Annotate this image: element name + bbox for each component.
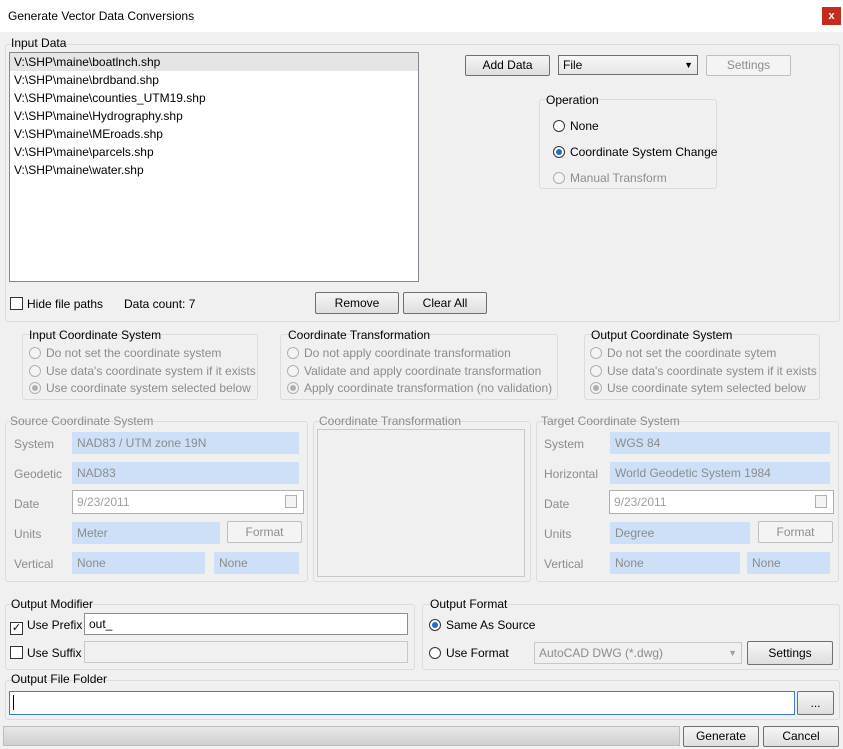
output-folder-input[interactable] bbox=[9, 691, 795, 715]
operation-manual-transform-radio[interactable]: Manual Transform bbox=[553, 171, 667, 185]
list-item[interactable]: V:\SHP\maine\counties_UTM19.shp bbox=[10, 89, 418, 107]
target-vertical-label: Vertical bbox=[544, 557, 584, 571]
calendar-icon[interactable] bbox=[285, 495, 297, 508]
transform-panel-label: Coordinate Transformation bbox=[319, 414, 462, 428]
source-vertical-secondary-field[interactable]: None bbox=[214, 552, 299, 574]
output-cs-label: Output Coordinate System bbox=[591, 328, 733, 342]
browse-button[interactable]: ... bbox=[797, 691, 834, 715]
coord-trans-label: Coordinate Transformation bbox=[288, 328, 431, 342]
source-system-field[interactable]: NAD83 / UTM zone 19N bbox=[72, 432, 299, 454]
input-data-label: Input Data bbox=[11, 36, 67, 50]
source-date-value: 9/23/2011 bbox=[77, 495, 130, 509]
output-modifier-label: Output Modifier bbox=[11, 597, 94, 611]
source-geodetic-label: Geodetic bbox=[14, 467, 63, 481]
data-count: Data count: 7 bbox=[124, 297, 196, 311]
source-date-label: Date bbox=[14, 497, 40, 511]
hide-file-paths-checkbox[interactable] bbox=[10, 297, 23, 310]
source-units-field[interactable]: Meter bbox=[72, 522, 220, 544]
source-format-button[interactable]: Format bbox=[227, 521, 302, 543]
list-item[interactable]: V:\SHP\maine\Hydrography.shp bbox=[10, 107, 418, 125]
target-horizontal-label: Horizontal bbox=[544, 467, 599, 481]
input-cs-option-1[interactable]: Do not set the coordinate system bbox=[29, 346, 221, 360]
generate-button[interactable]: Generate bbox=[683, 726, 759, 747]
prefix-input[interactable]: out_ bbox=[84, 613, 408, 635]
source-geodetic-field[interactable]: NAD83 bbox=[72, 462, 299, 484]
file-list[interactable]: V:\SHP\maine\boatlnch.shp V:\SHP\maine\b… bbox=[9, 52, 419, 282]
use-format-radio[interactable]: Use Format bbox=[429, 646, 509, 660]
target-format-button[interactable]: Format bbox=[758, 521, 833, 543]
format-select[interactable]: AutoCAD DWG (*.dwg) ▼ bbox=[534, 642, 742, 664]
source-cs-label: Source Coordinate System bbox=[10, 414, 154, 428]
use-prefix-label: Use Prefix bbox=[27, 618, 83, 632]
input-settings-button[interactable]: Settings bbox=[706, 55, 791, 76]
coord-trans-option-1[interactable]: Do not apply coordinate transformation bbox=[287, 346, 511, 360]
format-settings-button[interactable]: Settings bbox=[747, 641, 833, 665]
clear-all-button[interactable]: Clear All bbox=[403, 292, 487, 314]
output-format-label: Output Format bbox=[430, 597, 508, 611]
use-prefix-toggle[interactable]: ✓ Use Prefix bbox=[10, 618, 82, 635]
output-cs-option-1[interactable]: Do not set the coordinate sytem bbox=[590, 346, 776, 360]
list-item[interactable]: V:\SHP\maine\boatlnch.shp bbox=[10, 53, 418, 71]
coord-trans-option-3[interactable]: Apply coordinate transformation (no vali… bbox=[287, 381, 552, 395]
target-vertical-secondary-field[interactable]: None bbox=[747, 552, 830, 574]
input-cs-option-3[interactable]: Use coordinate system selected below bbox=[29, 381, 251, 395]
target-cs-label: Target Coordinate System bbox=[541, 414, 680, 428]
output-cs-option-3[interactable]: Use coordinate sytem selected below bbox=[590, 381, 806, 395]
list-item[interactable]: V:\SHP\maine\parcels.shp bbox=[10, 143, 418, 161]
input-cs-label: Input Coordinate System bbox=[29, 328, 162, 342]
output-cs-option-2[interactable]: Use data's coordinate system if it exist… bbox=[590, 364, 817, 378]
hide-file-paths-label: Hide file paths bbox=[27, 297, 104, 311]
format-select-value: AutoCAD DWG (*.dwg) bbox=[539, 646, 664, 660]
progress-bar bbox=[3, 726, 680, 746]
target-system-label: System bbox=[544, 437, 585, 451]
coord-trans-option-2[interactable]: Validate and apply coordinate transforma… bbox=[287, 364, 541, 378]
output-folder-label: Output File Folder bbox=[11, 672, 108, 686]
source-system-label: System bbox=[14, 437, 55, 451]
source-type-value: File bbox=[563, 58, 583, 72]
chevron-down-icon: ▼ bbox=[728, 648, 737, 658]
list-item[interactable]: V:\SHP\maine\water.shp bbox=[10, 161, 418, 179]
source-vertical-field[interactable]: None bbox=[72, 552, 205, 574]
target-date-label: Date bbox=[544, 497, 570, 511]
use-suffix-toggle[interactable]: Use Suffix bbox=[10, 646, 81, 660]
list-item[interactable]: V:\SHP\maine\MEroads.shp bbox=[10, 125, 418, 143]
operation-none-radio[interactable]: None bbox=[553, 119, 599, 133]
close-button[interactable]: x bbox=[822, 7, 841, 25]
target-units-field[interactable]: Degree bbox=[610, 522, 750, 544]
source-vertical-label: Vertical bbox=[14, 557, 54, 571]
text-cursor bbox=[13, 695, 14, 710]
input-cs-option-2[interactable]: Use data's coordinate system if it exist… bbox=[29, 364, 256, 378]
chevron-down-icon: ▼ bbox=[684, 60, 693, 70]
hide-file-paths-toggle[interactable]: Hide file paths bbox=[10, 297, 103, 311]
calendar-icon[interactable] bbox=[815, 495, 827, 508]
use-suffix-label: Use Suffix bbox=[27, 646, 82, 660]
source-units-label: Units bbox=[14, 527, 42, 541]
target-date-value: 9/23/2011 bbox=[614, 495, 667, 509]
target-vertical-field[interactable]: None bbox=[610, 552, 740, 574]
add-data-button[interactable]: Add Data bbox=[465, 55, 550, 76]
same-as-source-radio[interactable]: Same As Source bbox=[429, 618, 535, 632]
list-item[interactable]: V:\SHP\maine\brdband.shp bbox=[10, 71, 418, 89]
use-suffix-checkbox[interactable] bbox=[10, 646, 23, 659]
target-system-field[interactable]: WGS 84 bbox=[610, 432, 830, 454]
remove-button[interactable]: Remove bbox=[315, 292, 399, 314]
operation-label: Operation bbox=[546, 93, 599, 107]
target-horizontal-field[interactable]: World Geodetic System 1984 bbox=[610, 462, 830, 484]
window-title: Generate Vector Data Conversions bbox=[8, 9, 195, 23]
suffix-input[interactable] bbox=[84, 641, 408, 663]
cancel-button[interactable]: Cancel bbox=[763, 726, 839, 747]
target-units-label: Units bbox=[544, 527, 572, 541]
source-date-field[interactable]: 9/23/2011 bbox=[72, 490, 304, 514]
operation-cs-change-radio[interactable]: Coordinate System Change bbox=[553, 145, 717, 159]
use-prefix-checkbox[interactable]: ✓ bbox=[10, 622, 23, 635]
target-date-field[interactable]: 9/23/2011 bbox=[609, 490, 834, 514]
source-type-select[interactable]: File ▼ bbox=[558, 55, 698, 75]
transform-list[interactable] bbox=[317, 429, 525, 577]
